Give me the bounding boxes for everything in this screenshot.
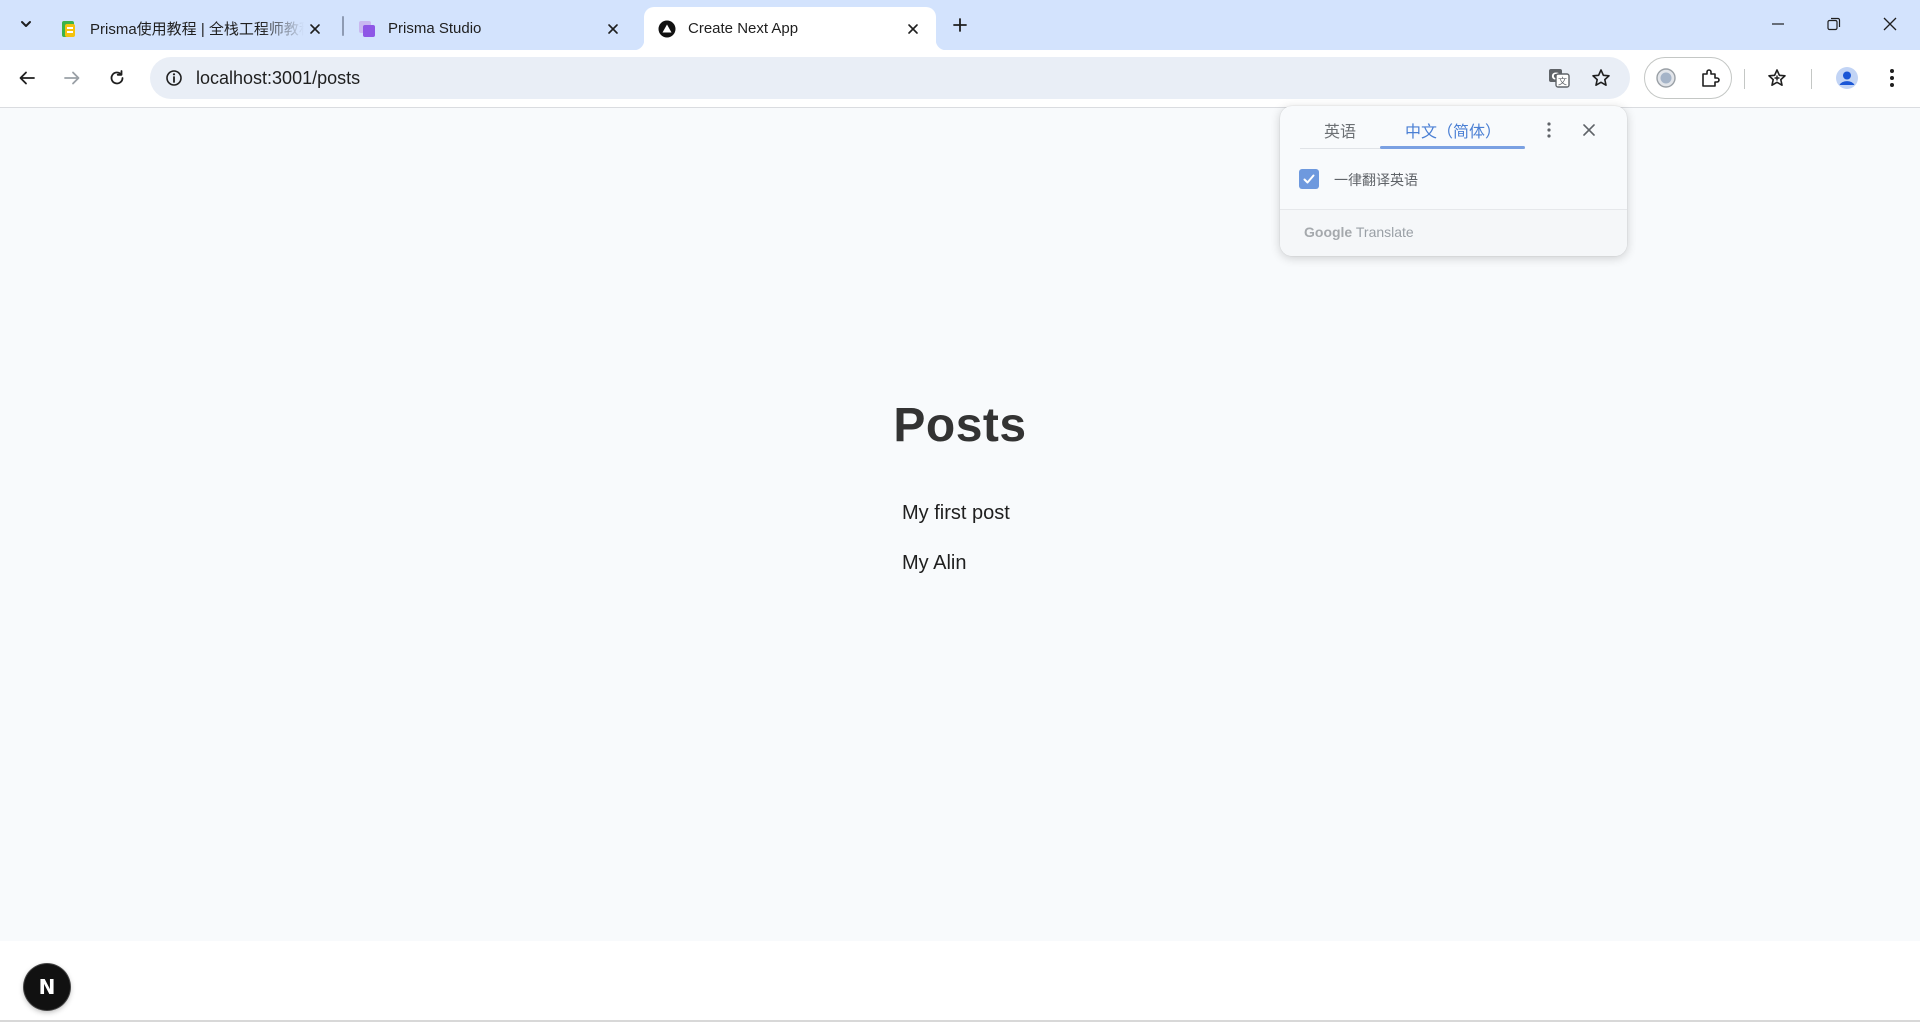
toolbar-divider	[1744, 69, 1745, 89]
tab-source-language[interactable]: 英语	[1324, 118, 1356, 142]
tab-title: Prisma使用教程 | 全栈工程师教程	[90, 21, 304, 38]
forward-button[interactable]	[55, 61, 89, 95]
tab-title: Create Next App	[688, 20, 799, 37]
translate-wordmark: Translate	[1355, 224, 1414, 240]
back-button[interactable]	[10, 61, 44, 95]
tab-close-button[interactable]	[304, 18, 326, 40]
toolbar-divider	[1811, 69, 1812, 89]
page-bottom	[0, 941, 1920, 1022]
tab-target-language[interactable]: 中文（简体）	[1405, 118, 1501, 142]
more-vert-icon	[1547, 122, 1551, 138]
close-icon	[608, 23, 618, 34]
tab-prisma-tutorial[interactable]: Prisma使用教程 | 全栈工程师教程	[46, 7, 338, 50]
checkmark-icon	[1303, 174, 1315, 184]
restore-icon	[1827, 17, 1841, 31]
list-item[interactable]: My Alin	[902, 544, 1010, 594]
tab-create-next-app[interactable]: Create Next App	[634, 7, 946, 50]
url-text[interactable]: localhost:3001/posts	[196, 68, 360, 89]
tab-prisma-studio[interactable]: Prisma Studio	[344, 7, 636, 50]
tab-title: Prisma Studio	[388, 20, 482, 37]
browser-toolbar: localhost:3001/posts G文	[0, 50, 1920, 108]
list-item[interactable]: My first post	[902, 494, 1010, 544]
nextjs-triangle-icon	[658, 20, 676, 38]
more-menu-icon[interactable]	[1875, 61, 1909, 95]
chevron-down-icon	[21, 21, 31, 27]
site-info-icon[interactable]	[162, 66, 186, 90]
green-docs-icon	[60, 20, 78, 38]
translate-footer: Google Translate	[1280, 209, 1627, 256]
reload-icon	[110, 70, 124, 85]
address-bar[interactable]: localhost:3001/posts G文	[150, 57, 1630, 99]
close-icon	[1883, 17, 1897, 31]
always-translate-checkbox[interactable]	[1299, 169, 1319, 189]
arrow-right-icon	[64, 71, 80, 85]
active-tab-indicator	[1380, 146, 1525, 149]
page-viewport: Posts My first post My Alin	[0, 108, 1920, 941]
extensions-puzzle-icon[interactable]	[1693, 61, 1727, 95]
always-translate-label[interactable]: 一律翻译英语	[1334, 170, 1418, 190]
translate-icon[interactable]: G文	[1545, 64, 1573, 92]
google-translate-brand: Google Translate	[1304, 224, 1414, 240]
tab-close-button[interactable]	[602, 18, 624, 40]
svg-text:文: 文	[1558, 76, 1567, 88]
tab-strip: Prisma使用教程 | 全栈工程师教程 Prisma Studio Creat…	[0, 0, 1920, 50]
minimize-icon	[1772, 23, 1784, 25]
purple-prisma-icon	[358, 20, 376, 38]
page-title: Posts	[893, 399, 1027, 452]
nextjs-logo-letter: N	[38, 975, 56, 999]
restore-button[interactable]	[1806, 0, 1862, 48]
minimize-button[interactable]	[1750, 0, 1806, 48]
new-tab-button[interactable]	[946, 11, 974, 39]
extension-circle-icon[interactable]	[1649, 61, 1683, 95]
post-list: My first post My Alin	[902, 494, 1010, 594]
nextjs-dev-tools-button[interactable]: N	[24, 964, 70, 1010]
google-wordmark: Google	[1304, 224, 1353, 240]
close-icon	[310, 23, 320, 34]
translate-popup: 英语 中文（简体） 一律翻译英语 Google Translate	[1280, 106, 1627, 256]
bookmark-star-icon[interactable]	[1587, 64, 1615, 92]
tab-search-button[interactable]	[12, 10, 40, 38]
translate-close-button[interactable]	[1577, 118, 1601, 142]
profile-avatar-icon[interactable]	[1830, 61, 1864, 95]
translate-options-button[interactable]	[1537, 118, 1561, 142]
tab-close-button[interactable]	[902, 18, 924, 40]
close-window-button[interactable]	[1862, 0, 1918, 48]
plus-icon	[953, 18, 967, 32]
bookmarks-icon[interactable]	[1760, 61, 1794, 95]
reload-button[interactable]	[100, 61, 134, 95]
arrow-left-icon	[19, 71, 35, 85]
close-icon	[1583, 124, 1595, 136]
close-icon	[908, 23, 918, 34]
